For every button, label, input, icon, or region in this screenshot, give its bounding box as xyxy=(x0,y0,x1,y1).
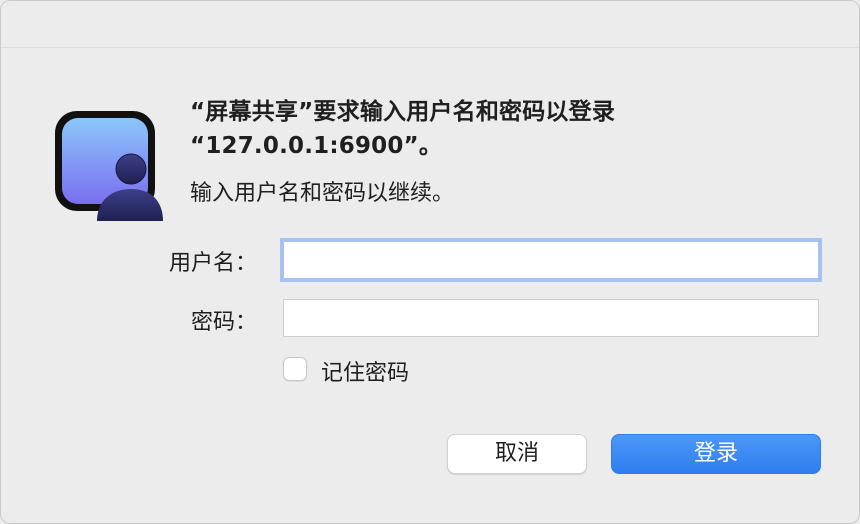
login-button[interactable]: 登录 xyxy=(611,434,821,474)
screen-sharing-user-icon xyxy=(53,109,163,221)
dialog-subtext: 输入用户名和密码以继续。 xyxy=(190,181,455,206)
remember-password-label[interactable]: 记住密码 xyxy=(321,355,409,387)
remember-password-checkbox[interactable] xyxy=(283,357,307,381)
heading-line-2: “127.0.0.1:6900”。 xyxy=(190,133,443,159)
password-field[interactable] xyxy=(283,299,819,337)
login-dialog: “屏幕共享”要求输入用户名和密码以登录 “127.0.0.1:6900”。 输入… xyxy=(0,0,860,524)
title-bar[interactable] xyxy=(1,1,859,48)
username-label: 用户名： xyxy=(168,251,257,276)
dialog-heading: “屏幕共享”要求输入用户名和密码以登录 “127.0.0.1:6900”。 xyxy=(190,95,810,163)
heading-line-1: “屏幕共享”要求输入用户名和密码以登录 xyxy=(190,99,616,125)
cancel-button[interactable]: 取消 xyxy=(447,434,587,474)
password-label: 密码： xyxy=(190,310,257,335)
username-field[interactable] xyxy=(283,241,819,279)
